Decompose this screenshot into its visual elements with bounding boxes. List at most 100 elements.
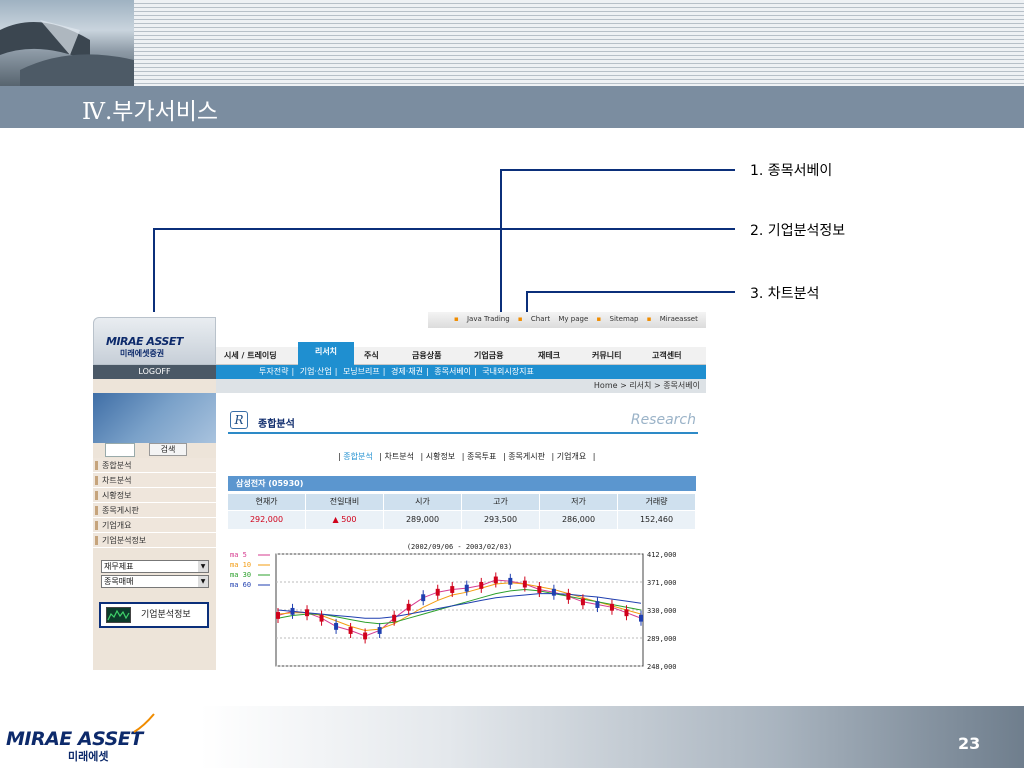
chart-candle [479, 582, 484, 589]
top-link-miraeasset[interactable]: Miraeasset [660, 315, 698, 323]
chart-legend-label: ma 5 [230, 551, 247, 559]
nav-corporate[interactable]: 기업금융 [474, 350, 503, 361]
table-header: 저가 [540, 494, 618, 510]
chart-candle [580, 598, 585, 606]
callout-1: 1. 종목서베이 [750, 163, 833, 179]
top-link-sitemap[interactable]: Sitemap [610, 315, 639, 323]
table-header: 현재가 [228, 494, 306, 510]
chart-candle [363, 632, 368, 640]
chart-thumbnail-icon [106, 607, 131, 623]
chart-candle [348, 627, 353, 634]
table-cell-price: 292,000 [228, 511, 306, 529]
section-title: 종합분석 [258, 419, 295, 430]
chart-candle [421, 594, 426, 602]
tab-overall[interactable]: 종합분석 [343, 452, 372, 461]
chart-candle [406, 603, 411, 611]
tab-market[interactable]: 시황정보 [426, 452, 455, 461]
chart-candle [537, 586, 542, 593]
callout-2: 2. 기업분석정보 [750, 223, 846, 239]
subnav-strategy[interactable]: 투자전략 [259, 367, 288, 376]
chart-legend-label: ma 30 [230, 571, 251, 579]
subnav-morning[interactable]: 모닝브리프 [343, 367, 380, 376]
table-cell-change: ▲ 500 [306, 511, 384, 529]
chart-candle [464, 584, 469, 592]
chart-candle [290, 607, 295, 615]
page-number: 23 [958, 734, 981, 753]
chart-candle [639, 614, 643, 622]
chart-candle [450, 586, 455, 593]
table-cell-low: 286,000 [540, 511, 618, 529]
breadcrumb: Home > 리서치 > 종목서베이 [216, 379, 706, 393]
stock-header: 삼성전자 (05930) [228, 476, 696, 491]
analysis-tabs: | 종합분석 | 차트분석 | 시황정보 | 종목투표 | 종목게시판 | 기업… [338, 452, 596, 461]
left-menu-market[interactable]: 시황정보 [93, 488, 216, 503]
left-menu-overall[interactable]: 종합분석 [93, 458, 216, 473]
nav-products[interactable]: 금융상품 [412, 350, 441, 361]
chart-plot-area [275, 553, 644, 667]
left-menu-overview[interactable]: 기업개요 [93, 518, 216, 533]
tab-vote[interactable]: 종목투표 [467, 452, 496, 461]
site-logo[interactable]: MIRAE ASSET 미래에셋증권 [93, 317, 216, 365]
tab-board[interactable]: 종목게시판 [508, 452, 545, 461]
top-link-mypage[interactable]: My page [558, 315, 588, 323]
subnav-survey[interactable]: 종목서베이 [434, 367, 471, 376]
nav-community[interactable]: 커뮤니티 [592, 350, 621, 361]
chart-candle [493, 576, 498, 584]
chart-y-tick: 289,000 [647, 635, 677, 643]
chart-candle [276, 612, 280, 619]
subnav-economy[interactable]: 경제·채권 [391, 367, 423, 376]
site-logo-ko: 미래에셋증권 [120, 349, 165, 358]
chart-candle [522, 580, 527, 588]
tab-chart[interactable]: 차트분석 [384, 452, 413, 461]
top-link-chart[interactable]: Chart [531, 315, 550, 323]
nav-research[interactable]: 리서치 [298, 342, 354, 365]
search-input[interactable] [105, 443, 135, 457]
tab-overview[interactable]: 기업개요 [557, 452, 586, 461]
select-financials[interactable]: 재무제표 [101, 560, 209, 573]
chart-candle [435, 588, 440, 596]
chart-candle [566, 592, 571, 600]
chart-candle [305, 609, 310, 617]
footer-band [200, 706, 1024, 768]
nav-finance[interactable]: 재테크 [538, 350, 560, 361]
logoff-button[interactable]: LOGOFF [93, 365, 216, 379]
footer-logo-en: MIRAE ASSET [6, 728, 143, 750]
main-nav: 시세 / 트레이딩 리서치 주식 금융상품 기업금융 재테크 커뮤니티 고객센터 [216, 342, 706, 365]
subnav-industry[interactable]: 기업·산업 [300, 367, 332, 376]
chart-y-tick: 412,000 [647, 551, 677, 559]
callout-3: 3. 차트분석 [750, 286, 820, 302]
footer-logo-swoosh [133, 713, 155, 733]
top-links: ▪ Java Trading ▪ Chart My page ▪ Sitemap… [428, 312, 706, 328]
subnav-market-index[interactable]: 국내외시장지표 [482, 367, 534, 376]
chart-candle [508, 577, 513, 585]
chart-candle [392, 614, 397, 622]
select-trading[interactable]: 종목매매 [101, 575, 209, 588]
table-header: 시가 [384, 494, 462, 510]
table-header: 거래량 [618, 494, 696, 510]
nav-trading[interactable]: 시세 / 트레이딩 [224, 350, 277, 361]
chart-candle [624, 609, 629, 617]
corp-info-button[interactable]: 기업분석정보 [99, 602, 209, 628]
chart-candle [609, 603, 614, 611]
chart-y-tick: 248,000 [647, 663, 677, 670]
top-link-java[interactable]: Java Trading [467, 315, 510, 323]
price-chart: 412,000 371,000 330,000 289,000 248,000 (2002… [228, 540, 698, 670]
price-chart-svg: 412,000 371,000 330,000 289,000 248,000 (2002… [230, 543, 677, 670]
chart-candle [551, 588, 556, 596]
table-cell-open: 289,000 [384, 511, 462, 529]
left-menu-analysis[interactable]: 기업분석정보 [93, 533, 216, 548]
nav-stocks[interactable]: 주식 [364, 350, 379, 361]
chart-y-tick: 371,000 [647, 579, 677, 587]
table-cell-high: 293,500 [462, 511, 540, 529]
left-menu-chart[interactable]: 차트분석 [93, 473, 216, 488]
site-logo-en: MIRAE ASSET [106, 335, 183, 348]
chart-title: (2002/09/06 - 2003/02/03) [407, 543, 512, 551]
nav-support[interactable]: 고객센터 [652, 350, 681, 361]
research-label: Research [630, 412, 696, 428]
search-button[interactable]: 검색 [149, 443, 187, 456]
sub-nav: 투자전략 | 기업·산업 | 모닝브리프 | 경제·채권 | 종목서베이 | 국내외시장지… [216, 365, 706, 379]
website-screenshot: ▪ Java Trading ▪ Chart My page ▪ Sitemap… [93, 312, 706, 670]
sidebar-banner [93, 393, 216, 443]
left-menu-board[interactable]: 종목게시판 [93, 503, 216, 518]
chart-candle [595, 601, 600, 608]
